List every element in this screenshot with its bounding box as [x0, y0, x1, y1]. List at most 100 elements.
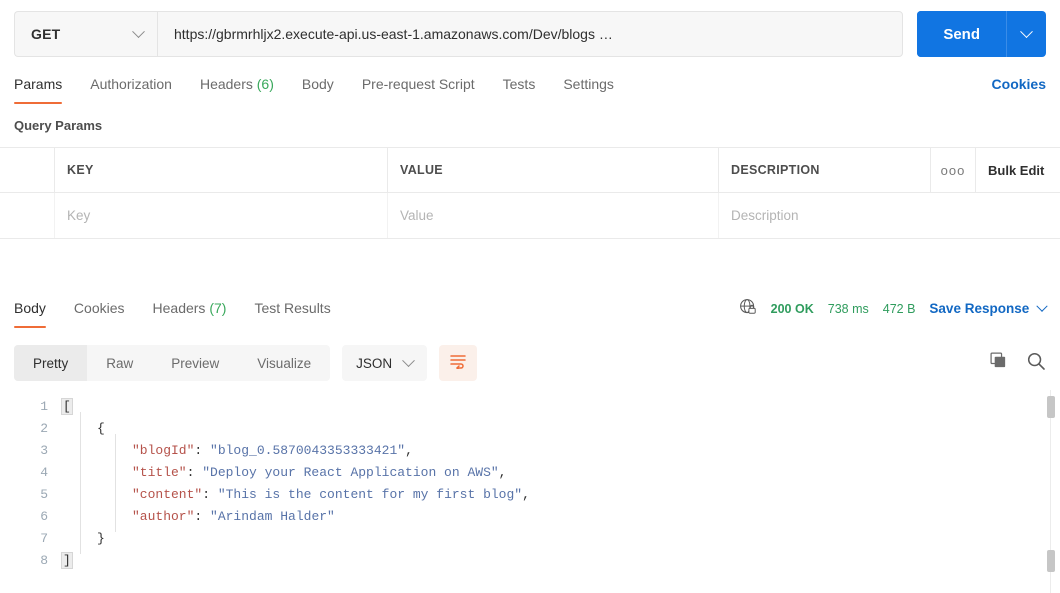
http-method-label: GET [31, 26, 60, 42]
table-header-row: KEY VALUE DESCRIPTION ooo Bulk Edit [0, 148, 1060, 193]
response-format-dropdown[interactable]: JSON [342, 345, 427, 381]
response-tab-bar: Body Cookies Headers (7) Test Results 20… [0, 294, 1060, 334]
response-scrollbar-thumb-bottom[interactable] [1047, 550, 1055, 572]
response-time: 738 ms [828, 302, 869, 316]
tab-authorization[interactable]: Authorization [90, 70, 172, 104]
json-punct: : [202, 487, 218, 502]
response-tab-body[interactable]: Body [14, 294, 46, 328]
http-method-dropdown[interactable]: GET [14, 11, 157, 57]
response-tab-test-results-label: Test Results [254, 300, 330, 316]
json-string: "This is the content for my first blog" [218, 487, 522, 502]
url-input[interactable]: https://gbrmrhljx2.execute-api.us-east-1… [157, 11, 903, 57]
code-text: "author": "Arindam Halder" [62, 509, 335, 524]
save-response-label: Save Response [929, 301, 1029, 316]
code-line: 7} [0, 527, 1060, 549]
response-body-viewer[interactable]: 1[2{3"blogId": "blog_0.5870043353333421"… [0, 390, 1060, 593]
viewer-actions [989, 351, 1046, 376]
response-tab-cookies-label: Cookies [74, 300, 125, 316]
response-scrollbar-thumb-top[interactable] [1047, 396, 1055, 418]
chevron-down-icon [402, 354, 415, 367]
json-punct: , [499, 465, 507, 480]
tab-pre-request-script-label: Pre-request Script [362, 76, 475, 92]
json-punct: , [405, 443, 413, 458]
word-wrap-button[interactable] [439, 345, 477, 381]
response-tab-headers-label: Headers [153, 300, 206, 316]
save-response-button[interactable]: Save Response [929, 301, 1046, 316]
code-text: ] [62, 553, 72, 568]
indent-guide [80, 412, 81, 554]
tab-headers-label: Headers [200, 76, 253, 92]
json-punct: : [194, 443, 210, 458]
json-punct: , [522, 487, 530, 502]
json-punct: : [187, 465, 203, 480]
line-number: 1 [0, 399, 62, 414]
tab-headers[interactable]: Headers (6) [200, 70, 274, 104]
search-icon [1026, 351, 1046, 376]
view-mode-visualize[interactable]: Visualize [238, 345, 330, 381]
code-line: 3"blogId": "blog_0.5870043353333421", [0, 439, 1060, 461]
column-header-key: KEY [55, 148, 388, 192]
row-spacer-dots [931, 193, 976, 238]
response-tab-headers[interactable]: Headers (7) [153, 294, 227, 328]
tab-settings[interactable]: Settings [563, 70, 614, 104]
more-options-icon: ooo [941, 163, 966, 178]
code-text: } [62, 531, 105, 546]
code-line: 4"title": "Deploy your React Application… [0, 461, 1060, 483]
tab-body[interactable]: Body [302, 70, 334, 104]
send-button-group: Send [917, 11, 1046, 57]
response-tab-cookies[interactable]: Cookies [74, 294, 125, 328]
row-checkbox-cell[interactable] [0, 193, 55, 238]
code-line: 8] [0, 549, 1060, 571]
tab-tests[interactable]: Tests [503, 70, 536, 104]
code-text: "title": "Deploy your React Application … [62, 465, 506, 480]
chevron-down-icon [132, 25, 145, 38]
code-text: { [62, 421, 105, 436]
tab-pre-request-script[interactable]: Pre-request Script [362, 70, 475, 104]
param-key-input[interactable]: Key [55, 193, 388, 238]
table-options-button[interactable]: ooo [931, 148, 976, 192]
cookies-link[interactable]: Cookies [992, 70, 1046, 98]
tab-authorization-label: Authorization [90, 76, 172, 92]
param-description-placeholder: Description [731, 208, 799, 223]
line-number: 8 [0, 553, 62, 568]
response-meta: 200 OK 738 ms 472 B Save Response [739, 294, 1046, 319]
bulk-edit-label: Bulk Edit [988, 163, 1044, 178]
json-key: "title" [132, 465, 187, 480]
tab-headers-count: (6) [257, 76, 274, 92]
line-number: 3 [0, 443, 62, 458]
copy-icon [989, 351, 1008, 375]
json-key: "author" [132, 509, 194, 524]
word-wrap-icon [449, 353, 467, 374]
table-row: Key Value Description [0, 193, 1060, 238]
url-bar: GET https://gbrmrhljx2.execute-api.us-ea… [0, 10, 1060, 58]
param-key-placeholder: Key [67, 208, 90, 223]
search-button[interactable] [1026, 351, 1046, 376]
response-size: 472 B [883, 302, 916, 316]
indent-guide [115, 434, 116, 532]
line-number: 2 [0, 421, 62, 436]
tab-body-label: Body [302, 76, 334, 92]
response-status: 200 OK [771, 302, 814, 316]
line-number: 7 [0, 531, 62, 546]
json-punct: [ [62, 399, 72, 414]
view-mode-preview[interactable]: Preview [152, 345, 238, 381]
send-button[interactable]: Send [917, 11, 1006, 57]
json-punct: ] [62, 553, 72, 568]
copy-button[interactable] [989, 351, 1008, 375]
view-mode-pretty[interactable]: Pretty [14, 345, 87, 381]
select-all-cell[interactable] [0, 148, 55, 192]
code-line: 1[ [0, 395, 1060, 417]
request-tab-bar: Params Authorization Headers (6) Body Pr… [0, 70, 1060, 110]
param-value-placeholder: Value [400, 208, 434, 223]
param-value-input[interactable]: Value [388, 193, 719, 238]
bulk-edit-button[interactable]: Bulk Edit [976, 148, 1060, 192]
tab-params[interactable]: Params [14, 70, 62, 104]
postman-request-pane: GET https://gbrmrhljx2.execute-api.us-ea… [0, 0, 1060, 593]
chevron-down-icon [1020, 25, 1033, 38]
response-tab-test-results[interactable]: Test Results [254, 294, 330, 328]
json-punct: : [194, 509, 210, 524]
param-description-input[interactable]: Description [719, 193, 931, 238]
code-text: "content": "This is the content for my f… [62, 487, 530, 502]
view-mode-raw[interactable]: Raw [87, 345, 152, 381]
send-options-button[interactable] [1006, 11, 1046, 57]
